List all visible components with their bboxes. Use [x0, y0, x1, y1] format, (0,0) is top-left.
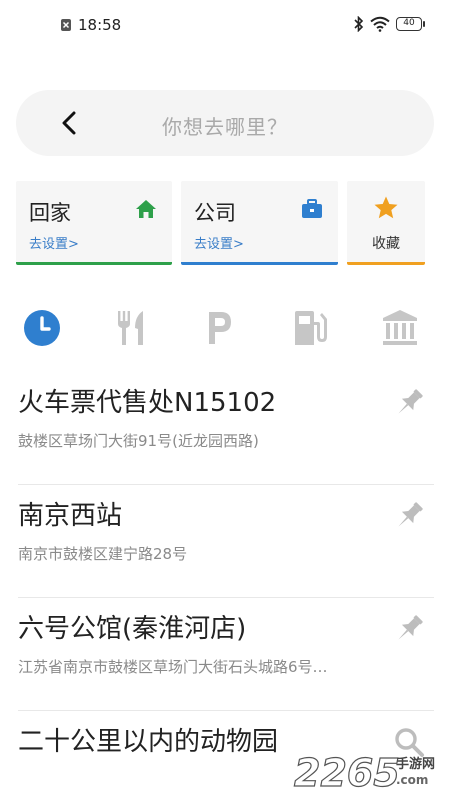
home-card[interactable]: 回家 去设置> [16, 181, 172, 265]
search-bar[interactable]: 你想去哪里？ [16, 90, 434, 156]
home-icon [136, 200, 156, 218]
wifi-icon [370, 16, 390, 32]
bank-icon[interactable] [380, 308, 420, 348]
status-right: 40 [354, 16, 425, 32]
pin-icon[interactable] [392, 386, 426, 420]
category-row [0, 308, 450, 350]
company-card[interactable]: 公司 去设置> [181, 181, 338, 265]
home-title: 回家 [29, 201, 71, 225]
pin-icon[interactable] [392, 499, 426, 533]
status-time: 18:58 [78, 16, 122, 34]
battery-level: 40 [403, 18, 415, 28]
gas-station-icon[interactable] [290, 308, 330, 348]
quick-access-row: 回家 去设置> 公司 去设置> 收藏 [16, 181, 434, 265]
status-bar: 18:58 40 [0, 0, 450, 50]
favorites-card[interactable]: 收藏 [347, 181, 425, 265]
star-icon [374, 196, 398, 219]
food-icon[interactable] [111, 308, 151, 348]
place-address: 鼓楼区草场门大街91号(近龙园西路) [18, 432, 259, 450]
company-title: 公司 [194, 201, 236, 225]
list-item[interactable]: 火车票代售处N15102 鼓楼区草场门大街91号(近龙园西路) [0, 372, 450, 485]
history-icon[interactable] [22, 308, 62, 348]
place-name: 南京西站 [18, 501, 123, 531]
home-setup-link[interactable]: 去设置> [29, 233, 79, 252]
place-name: 六号公馆(秦淮河店) [18, 614, 247, 644]
pin-icon[interactable] [392, 612, 426, 646]
place-name: 火车票代售处N15102 [18, 388, 277, 418]
bluetooth-icon [354, 16, 364, 32]
notification-icon [61, 19, 71, 31]
briefcase-icon [302, 199, 322, 218]
battery-indicator: 40 [396, 17, 425, 31]
list-item[interactable]: 六号公馆(秦淮河店) 江苏省南京市鼓楼区草场门大街石头城路6号… [0, 598, 450, 711]
company-setup-link[interactable]: 去设置> [194, 233, 244, 252]
place-name: 二十公里以内的动物园 [18, 727, 279, 757]
voice-input-icon[interactable] [360, 107, 406, 139]
watermark-domain: .com [396, 773, 428, 787]
favorites-label: 收藏 [372, 236, 400, 252]
watermark-logo: 2265 手游网 .com [293, 750, 435, 794]
place-address: 江苏省南京市鼓楼区草场门大街石头城路6号… [18, 658, 328, 676]
parking-icon[interactable] [200, 308, 240, 348]
watermark-number: 2265 [294, 751, 400, 794]
list-item[interactable]: 南京西站 南京市鼓楼区建宁路28号 [0, 485, 450, 598]
place-address: 南京市鼓楼区建宁路28号 [18, 545, 188, 563]
status-left: 18:58 [60, 16, 121, 34]
watermark-suffix: 手游网 [396, 756, 435, 772]
